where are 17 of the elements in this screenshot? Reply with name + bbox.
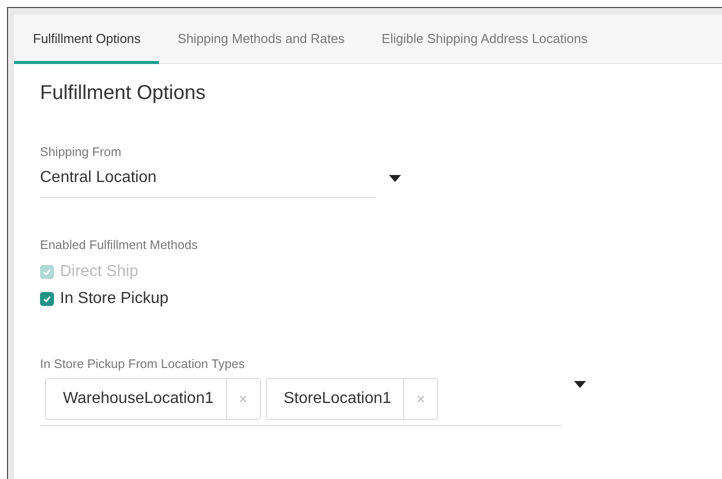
checkbox[interactable] [40, 292, 54, 306]
dropdown-caret-icon[interactable] [574, 381, 586, 388]
tag-label: WarehouseLocation1 [62, 390, 215, 408]
checkmark-icon [42, 294, 52, 304]
section-heading: Fulfillment Options [40, 82, 206, 105]
tab[interactable]: Eligible Shipping Address Locations [362, 15, 606, 64]
field-label: Shipping From [40, 145, 122, 159]
tag-label: StoreLocation1 [282, 390, 392, 408]
checkmark-icon [42, 267, 52, 277]
shipping-from-select[interactable]: Central Location [40, 169, 376, 198]
tab[interactable]: Shipping Methods and Rates [158, 15, 363, 64]
dropdown-caret-icon[interactable] [389, 175, 401, 182]
field-label: In Store Pickup From Location Types [40, 357, 245, 371]
checkbox-label: Direct Ship [60, 263, 138, 281]
field-label: Enabled Fulfillment Methods [40, 238, 198, 252]
tab[interactable]: Fulfillment Options [14, 15, 159, 64]
checkbox-label: In Store Pickup [60, 290, 168, 308]
